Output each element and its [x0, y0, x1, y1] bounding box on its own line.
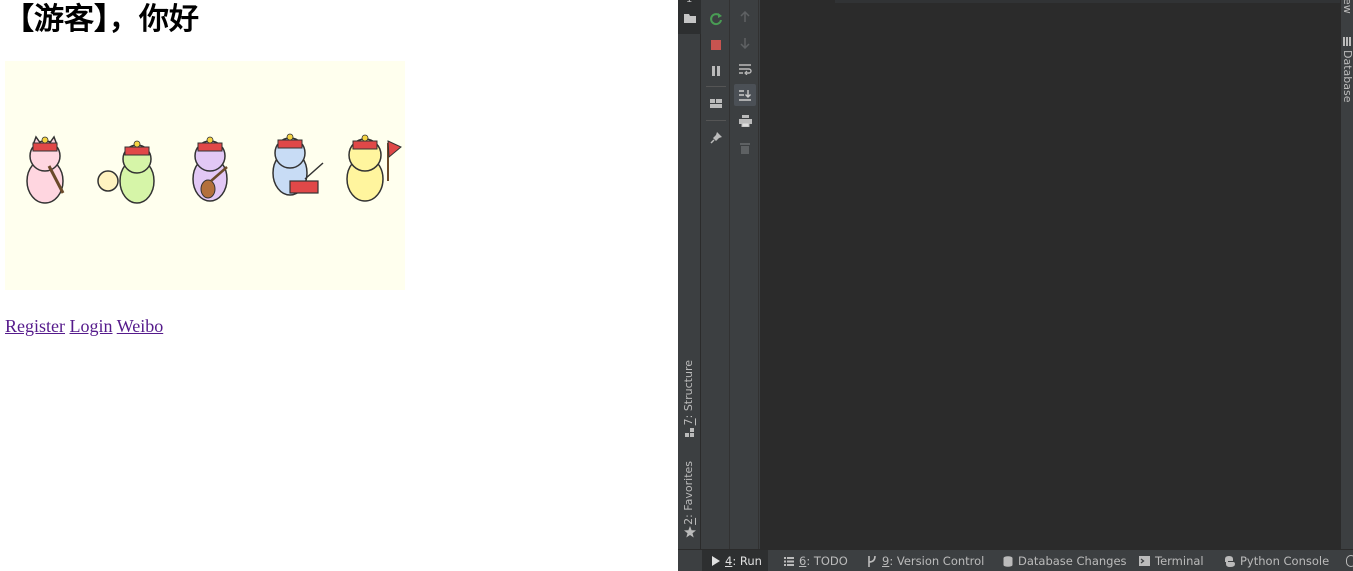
structure-icon [685, 428, 694, 437]
favorites-tab[interactable]: 2: Favorites [681, 461, 697, 525]
purple-cat-figure [192, 136, 228, 202]
clear-all-button[interactable] [734, 136, 756, 158]
python-console-tab-label: Python Console [1240, 554, 1330, 568]
scroll-up-button[interactable] [734, 6, 756, 28]
favorites-tab-label: : Favorites [682, 461, 695, 518]
rerun-button[interactable] [705, 8, 727, 30]
layout-icon [710, 99, 722, 108]
terminal-tab-label: Terminal [1155, 554, 1204, 568]
version-control-tab[interactable]: 9: Version Control [867, 550, 984, 571]
stop-icon [711, 40, 721, 50]
print-icon [738, 115, 752, 127]
star-icon [684, 526, 696, 538]
terminal-icon [1139, 556, 1150, 566]
blue-cat-figure [272, 133, 324, 196]
folder-icon [684, 14, 696, 23]
run-tab-label: : Run [732, 554, 762, 568]
banner-image [5, 61, 405, 290]
console-output[interactable] [760, 0, 1340, 549]
pin-icon [709, 131, 722, 144]
cats-band-illustration [26, 133, 402, 204]
rerun-icon [710, 13, 722, 26]
todo-tab-number: 6 [799, 554, 807, 568]
scroll-down-button[interactable] [734, 32, 756, 54]
database-changes-tab-label: Database Changes [1018, 554, 1127, 568]
run-toolbar-primary [702, 0, 730, 549]
pause-button[interactable] [705, 60, 727, 82]
sciview-tab[interactable]: ew [1341, 0, 1353, 14]
trash-icon [740, 142, 750, 154]
branch-icon [868, 555, 876, 567]
database-tab[interactable]: Database [1341, 50, 1353, 103]
stop-button[interactable] [705, 34, 727, 56]
todo-tab[interactable]: 6: TODO [784, 550, 848, 571]
python-icon [1225, 555, 1235, 567]
favorites-tab-number: 2 [682, 517, 695, 525]
print-button[interactable] [734, 110, 756, 132]
run-icon [712, 556, 720, 566]
project-tab-number: 1 [686, 0, 692, 5]
project-tab[interactable]: 1 [678, 0, 701, 34]
pause-icon [712, 66, 720, 76]
greeting-heading: 【游客】，你好 [4, 2, 199, 37]
scroll-to-end-icon [739, 90, 751, 101]
green-cat-figure [97, 140, 155, 204]
python-console-tab[interactable]: Python Console [1224, 550, 1329, 571]
soft-wrap-button[interactable] [734, 58, 756, 80]
toolbar-separator [706, 120, 726, 121]
todo-list-icon [784, 556, 794, 566]
pink-cat-figure [26, 135, 65, 204]
left-tool-strip: 1 7: Structure 2: Favorites [678, 0, 701, 549]
register-link[interactable]: Register [5, 316, 65, 336]
browser-page: 【游客】，你好 Register Login Weibo [0, 0, 678, 571]
arrow-up-icon [740, 11, 750, 22]
soft-wrap-icon [739, 64, 752, 75]
structure-tab[interactable]: 7: Structure [681, 360, 697, 425]
pin-tab-button[interactable] [705, 126, 727, 148]
console-top-border [835, 0, 1340, 3]
restore-layout-button[interactable] [705, 92, 727, 114]
run-toolbar-secondary [731, 0, 759, 549]
database-changes-tab[interactable]: Database Changes [1003, 550, 1127, 571]
ide-panel: 1 7: Structure 2: Favorites [678, 0, 1353, 571]
todo-tab-label: : TODO [806, 554, 848, 568]
login-link[interactable]: Login [70, 316, 113, 336]
structure-tab-label: : Structure [682, 360, 695, 419]
right-tool-strip: ew Database [1340, 0, 1353, 549]
version-control-tab-number: 9 [882, 554, 890, 568]
scroll-to-end-button[interactable] [734, 84, 756, 106]
run-tab-number: 4 [725, 554, 733, 568]
version-control-tab-label: : Version Control [889, 554, 985, 568]
terminal-tab[interactable]: Terminal [1139, 550, 1204, 571]
arrow-down-icon [740, 38, 750, 49]
database-icon [1003, 555, 1013, 567]
weibo-link[interactable]: Weibo [117, 316, 164, 336]
database-icon [1343, 37, 1351, 46]
nav-links: Register Login Weibo [5, 314, 163, 338]
bottom-tool-bar: 4: Run 6: TODO 9: Version Control Databa… [678, 549, 1353, 571]
yellow-cat-figure [346, 134, 402, 202]
event-log-icon[interactable] [1346, 555, 1353, 567]
toolbar-separator [706, 86, 726, 87]
structure-tab-number: 7 [682, 418, 695, 426]
run-tab[interactable]: 4: Run [702, 550, 768, 571]
